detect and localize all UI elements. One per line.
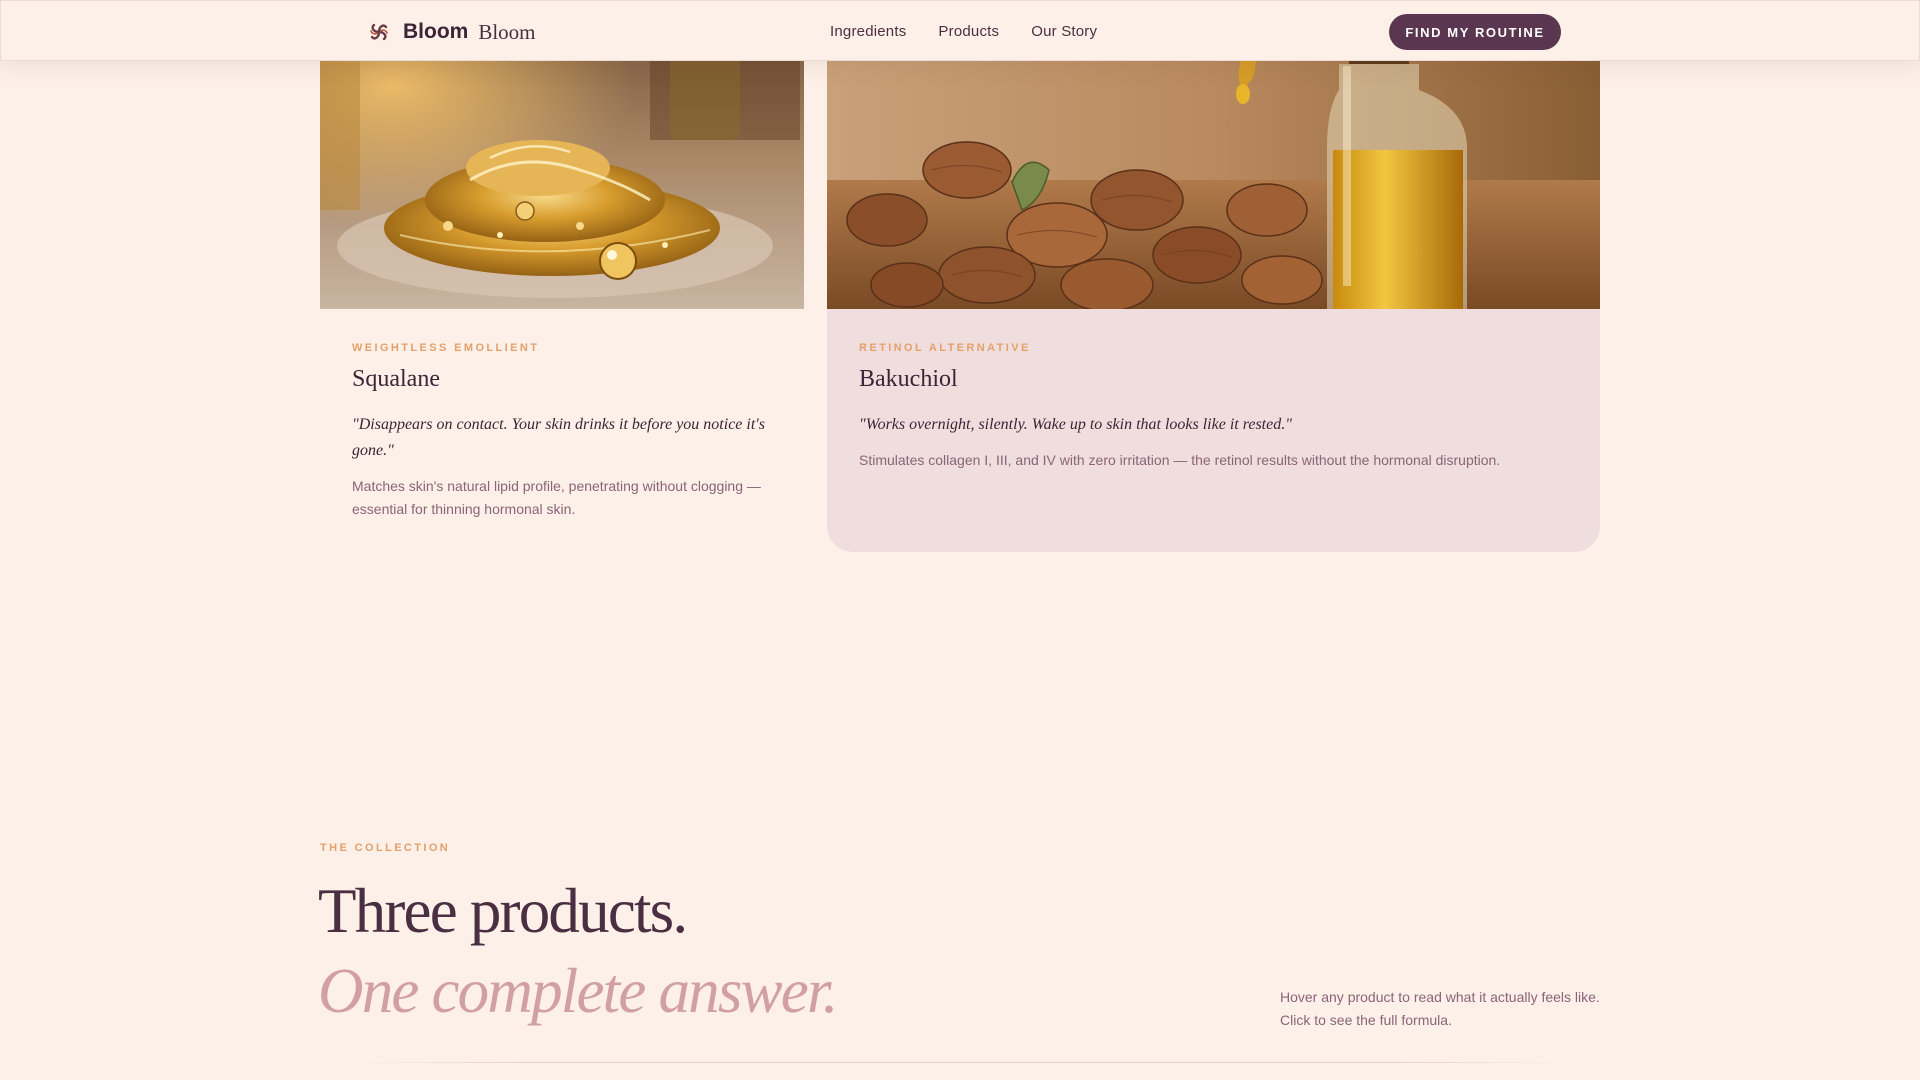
bakuchiol-card-body: RETINOL ALTERNATIVE Bakuchiol "Works ove… xyxy=(859,342,1568,472)
nav-products[interactable]: Products xyxy=(938,23,999,40)
nav-our-story[interactable]: Our Story xyxy=(1031,23,1097,40)
find-my-routine-button[interactable]: FIND MY ROUTINE xyxy=(1389,14,1561,50)
ingredient-quote: "Disappears on contact. Your skin drinks… xyxy=(352,416,765,459)
collection-headline: Three products. xyxy=(318,876,688,946)
ingredient-category: RETINOL ALTERNATIVE xyxy=(859,342,1031,354)
collection-hint: Hover any product to read what it actual… xyxy=(1280,986,1610,1032)
squalane-card-body: WEIGHTLESS EMOLLIENT Squalane "Disappear… xyxy=(352,342,772,521)
collection-hint-line-1: Hover any product to read what it actual… xyxy=(1280,989,1600,1005)
collection-hint-line-2: Click to see the full formula. xyxy=(1280,1012,1452,1028)
site-header: Bloom Bloom Ingredients Products Our Sto… xyxy=(0,0,1920,61)
ingredient-card-squalane[interactable]: WEIGHTLESS EMOLLIENT Squalane "Disappear… xyxy=(320,30,804,530)
ingredient-name: Bakuchiol xyxy=(859,366,958,392)
collection-subhead: One complete answer. xyxy=(318,956,838,1026)
section-divider xyxy=(360,1062,1560,1063)
main-nav: Ingredients Products Our Story xyxy=(830,23,1129,40)
bakuchiol-seeds-image xyxy=(827,30,1600,309)
squalane-oil-image xyxy=(320,30,804,309)
nav-ingredients[interactable]: Ingredients xyxy=(830,23,906,40)
brand-name-bold: Bloom xyxy=(403,20,469,43)
collection-eyebrow: THE COLLECTION xyxy=(320,842,451,854)
ingredient-quote: "Works overnight, silently. Wake up to s… xyxy=(859,416,1292,433)
ingredient-card-bakuchiol[interactable]: RETINOL ALTERNATIVE Bakuchiol "Works ove… xyxy=(827,30,1600,552)
brand-name-serif: Bloom xyxy=(478,19,536,44)
ingredient-description: Stimulates collagen I, III, and IV with … xyxy=(859,452,1501,468)
ingredient-category: WEIGHTLESS EMOLLIENT xyxy=(352,342,540,354)
swirl-flower-icon xyxy=(367,20,391,44)
ingredient-description: Matches skin's natural lipid profile, pe… xyxy=(352,478,761,517)
ingredient-name: Squalane xyxy=(352,366,440,392)
brand-logo[interactable]: Bloom Bloom xyxy=(367,19,536,45)
